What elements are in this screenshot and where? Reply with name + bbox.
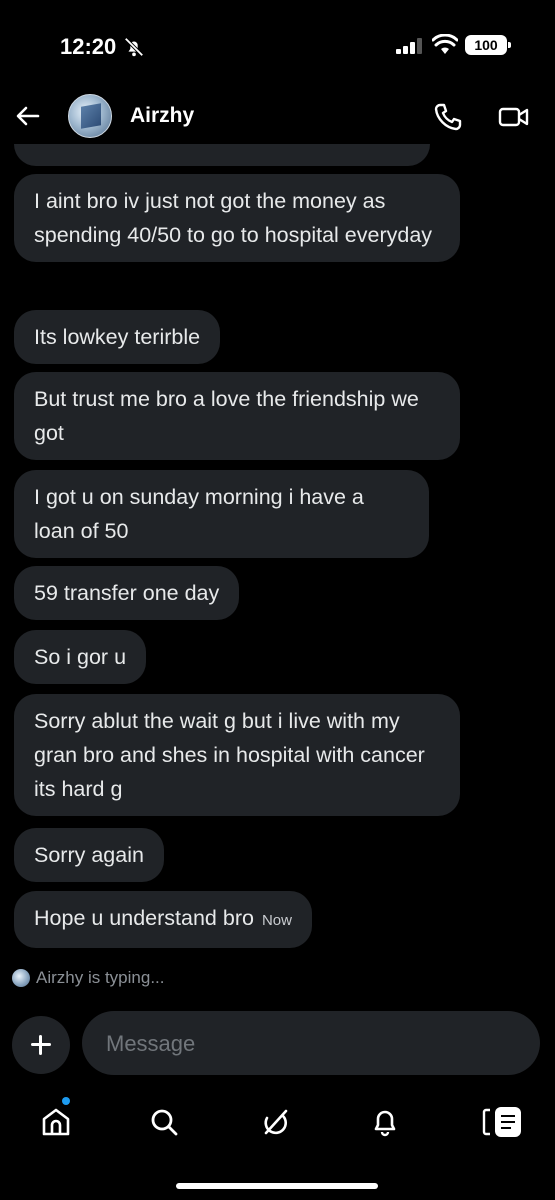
- battery-indicator: 100: [465, 35, 511, 55]
- home-icon[interactable]: [36, 1102, 76, 1142]
- message-list[interactable]: I aint bro iv just not got the money as …: [0, 140, 555, 970]
- video-call-icon[interactable]: [498, 103, 530, 131]
- message-bubble[interactable]: But trust me bro a love the friendship w…: [14, 372, 460, 460]
- messages-icon[interactable]: [480, 1102, 528, 1142]
- status-time: 12:20: [60, 34, 117, 59]
- message-bubble[interactable]: Sorry ablut the wait g but i live with m…: [14, 694, 460, 816]
- message-text: I aint bro iv just not got the money as …: [34, 189, 433, 247]
- phone-call-icon[interactable]: [433, 102, 463, 132]
- contact-name[interactable]: Airzhy: [130, 104, 194, 128]
- bell-muted-icon: [124, 37, 144, 57]
- wifi-icon: [432, 34, 458, 54]
- message-bubble[interactable]: Sorry again: [14, 828, 164, 882]
- typing-indicator: Airzhy is typing...: [12, 968, 165, 988]
- message-bubble[interactable]: So i gor u: [14, 630, 147, 684]
- bell-icon[interactable]: [365, 1102, 405, 1142]
- message-bubble[interactable]: Hope u understand bro Now: [14, 891, 312, 948]
- message-bubble[interactable]: I aint bro iv just not got the money as …: [14, 174, 460, 262]
- message-text: But trust me bro a love the friendship w…: [34, 387, 419, 445]
- bottom-nav: [0, 1090, 555, 1154]
- typing-avatar: [12, 969, 30, 987]
- message-text: 59 transfer one day: [34, 581, 220, 605]
- message-bubble[interactable]: Its lowkey terirble: [14, 310, 221, 364]
- message-bubble[interactable]: I got u on sunday morning i have a loan …: [14, 470, 429, 558]
- message-composer[interactable]: [82, 1011, 540, 1077]
- message-text: Its lowkey terirble: [34, 325, 201, 349]
- back-arrow-icon[interactable]: [14, 102, 42, 130]
- typing-text: Airzhy is typing...: [36, 968, 165, 987]
- status-bar: 12:20 100: [0, 0, 555, 90]
- message-text: I got u on sunday morning i have a loan …: [34, 485, 364, 543]
- chat-header: Airzhy: [0, 88, 555, 144]
- message-text: So i gor u: [34, 645, 127, 669]
- search-icon[interactable]: [144, 1102, 184, 1142]
- message-text: Sorry ablut the wait g but i live with m…: [34, 709, 425, 801]
- notification-dot: [62, 1097, 70, 1105]
- home-indicator: [176, 1183, 378, 1189]
- message-timestamp: Now: [261, 912, 292, 929]
- contact-avatar[interactable]: [68, 94, 112, 138]
- message-text: Hope u understand bro: [34, 906, 254, 930]
- message-input[interactable]: [104, 1011, 518, 1077]
- message-bubble[interactable]: 59 transfer one day: [14, 566, 240, 620]
- grok-icon[interactable]: [255, 1102, 295, 1142]
- cellular-signal-icon: [396, 38, 422, 54]
- message-text: Sorry again: [34, 843, 144, 867]
- add-attachment-button[interactable]: [12, 1016, 70, 1074]
